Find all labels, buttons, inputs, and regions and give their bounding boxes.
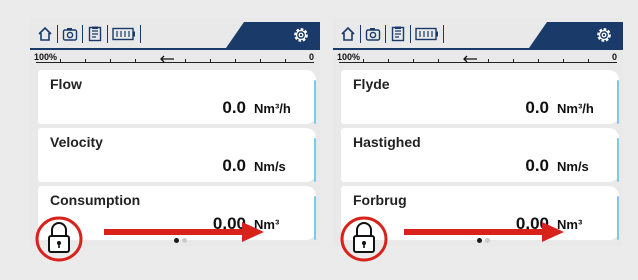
level-scale: 100% 0	[333, 50, 623, 72]
scale-tick	[285, 59, 286, 63]
velocity-card[interactable]: Hastighed 0.0 Nm/s	[341, 128, 619, 182]
toolbar-separator	[385, 25, 386, 43]
card-value: 0.0	[525, 156, 549, 175]
lock-icon[interactable]	[34, 214, 84, 264]
document-icon[interactable]	[86, 24, 104, 44]
toolbar-separator	[82, 25, 83, 43]
card-unit: Nm/s	[254, 159, 286, 174]
camera-icon[interactable]	[61, 24, 79, 44]
scale-tick	[210, 59, 211, 63]
scale-max-label: 100%	[337, 52, 361, 62]
home-icon[interactable]	[339, 24, 357, 44]
toolbar-separator	[57, 25, 58, 43]
scale-tick	[260, 59, 261, 63]
battery-icon[interactable]	[111, 24, 137, 44]
arrow-right	[404, 222, 564, 242]
lock-icon[interactable]	[339, 214, 389, 264]
device-screen-english: 100% 0 Flow 0.0 Nm³/h Velocity 0.0 Nm/s …	[30, 18, 320, 246]
scale-tick	[413, 59, 414, 63]
scale-min-label: 0	[611, 52, 617, 62]
arrow-right	[104, 222, 264, 242]
scale-tick	[488, 59, 489, 63]
flow-card[interactable]: Flyde 0.0 Nm³/h	[341, 70, 619, 124]
arrow-left-icon	[463, 55, 477, 63]
scale-tick	[513, 59, 514, 63]
scale-min-label: 0	[308, 52, 314, 62]
card-value: 0.0	[222, 156, 246, 175]
lock-highlight	[339, 214, 389, 264]
scale-tick	[110, 59, 111, 63]
settings-tab[interactable]	[529, 22, 623, 48]
level-scale: 100% 0	[30, 50, 320, 72]
settings-tab[interactable]	[226, 22, 320, 48]
card-unit: Nm³/h	[254, 101, 291, 116]
toolbar-separator	[107, 25, 108, 43]
battery-icon[interactable]	[414, 24, 440, 44]
card-unit: Nm/s	[557, 159, 589, 174]
scale-tick	[135, 59, 136, 63]
card-title: Forbrug	[353, 192, 407, 208]
toolbar-separator	[140, 25, 141, 43]
scale-tick	[363, 59, 364, 63]
scale-tick	[588, 59, 589, 63]
scale-tick	[60, 59, 61, 63]
card-title: Consumption	[50, 192, 141, 208]
card-value: 0.0	[525, 98, 549, 117]
scale-tick	[538, 59, 539, 63]
scale-tick	[563, 59, 564, 63]
device-screen-danish: 100% 0 Flyde 0.0 Nm³/h Hastighed 0.0 Nm/…	[333, 18, 623, 246]
toolbar-separator	[443, 25, 444, 43]
flow-card[interactable]: Flow 0.0 Nm³/h	[38, 70, 316, 124]
scale-tick	[438, 59, 439, 63]
scale-tick	[388, 59, 389, 63]
toolbar-separator	[410, 25, 411, 43]
scale-tick	[85, 59, 86, 63]
card-title: Flow	[50, 76, 82, 92]
toolbar-icons	[339, 22, 447, 46]
scale-tick	[185, 59, 186, 63]
lock-highlight	[34, 214, 84, 264]
toolbar-icons	[36, 22, 144, 46]
document-icon[interactable]	[389, 24, 407, 44]
card-title: Velocity	[50, 134, 103, 150]
gear-icon[interactable]	[595, 26, 613, 44]
scale-tick	[235, 59, 236, 63]
toolbar-separator	[360, 25, 361, 43]
home-icon[interactable]	[36, 24, 54, 44]
card-title: Hastighed	[353, 134, 421, 150]
velocity-card[interactable]: Velocity 0.0 Nm/s	[38, 128, 316, 182]
card-title: Flyde	[353, 76, 390, 92]
scale-max-label: 100%	[34, 52, 58, 62]
card-value: 0.0	[222, 98, 246, 117]
gear-icon[interactable]	[292, 26, 310, 44]
camera-icon[interactable]	[364, 24, 382, 44]
card-unit: Nm³/h	[557, 101, 594, 116]
arrow-left-icon	[160, 55, 174, 63]
